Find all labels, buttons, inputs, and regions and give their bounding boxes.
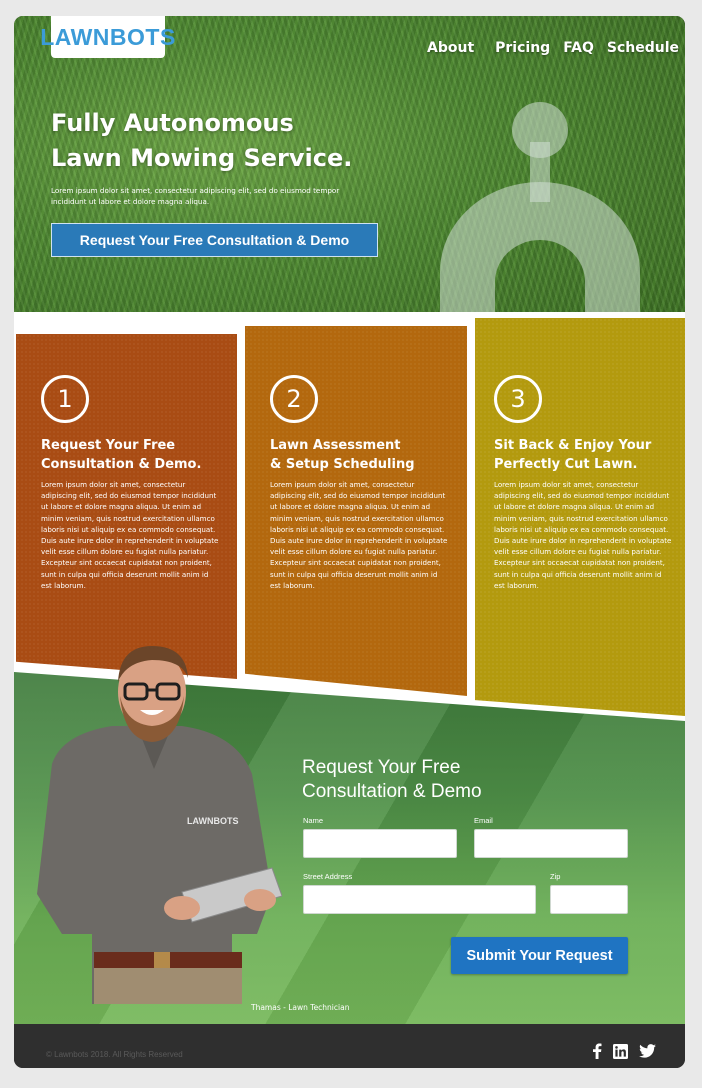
logo[interactable]: LAWNBOTS <box>40 16 175 58</box>
hero-title: Fully Autonomous Lawn Mowing Service. <box>51 106 381 176</box>
copyright-text: © Lawnbots 2018. All Rights Reserved <box>46 1050 183 1059</box>
hero-section: LAWNBOTS About Pricing FAQ Schedule Full… <box>14 16 685 332</box>
nav-about[interactable]: About <box>427 40 474 56</box>
nav-faq[interactable]: FAQ <box>563 40 594 56</box>
step-panel-1: 1 Request Your Free Consultation & Demo.… <box>16 334 237 679</box>
step-body-2: Lorem ipsum dolor sit amet, consectetur … <box>270 480 448 590</box>
step-body-1: Lorem ipsum dolor sit amet, consectetur … <box>41 480 219 590</box>
name-label: Name <box>303 816 324 825</box>
linkedin-icon[interactable] <box>612 1043 628 1059</box>
twitter-icon[interactable] <box>638 1043 656 1059</box>
hero-subtitle: Lorem ipsum dolor sit amet, consectetur … <box>51 186 340 206</box>
page: LAWNBOTS About Pricing FAQ Schedule Full… <box>14 16 685 1068</box>
nav-schedule[interactable]: Schedule <box>607 40 679 56</box>
shirt-logo: LAWNBOTS <box>187 816 239 826</box>
submit-request-button[interactable]: Submit Your Request <box>451 937 628 974</box>
step-title-3-line1: Sit Back & Enjoy Your <box>494 438 652 453</box>
step-title-1: Request Your Free Consultation & Demo. <box>41 436 231 474</box>
step-number-1: 1 <box>41 375 89 423</box>
form-title-line2: Consultation & Demo <box>302 781 482 802</box>
email-label: Email <box>474 816 493 825</box>
main-nav: About Pricing FAQ Schedule <box>427 40 679 56</box>
zip-label: Zip <box>550 872 561 881</box>
step-number-3: 3 <box>494 375 542 423</box>
step-title-1-line2: Consultation & Demo. <box>41 457 202 472</box>
nav-pricing[interactable]: Pricing <box>495 40 550 56</box>
technician-caption: Thamas - Lawn Technician <box>251 1003 350 1012</box>
step-title-2-line2: & Setup Scheduling <box>270 457 415 472</box>
zip-input[interactable] <box>550 885 628 914</box>
step-title-1-line1: Request Your Free <box>41 438 176 453</box>
hero-cta-button[interactable]: Request Your Free Consultation & Demo <box>51 223 378 257</box>
facebook-icon[interactable] <box>591 1043 603 1059</box>
logo-text: LAWNBOTS <box>40 23 176 50</box>
street-address-label: Street Address <box>303 872 353 881</box>
form-title: Request Your Free Consultation & Demo <box>302 756 542 804</box>
robot-silhouette-icon <box>440 102 640 322</box>
step-panel-3: 3 Sit Back & Enjoy Your Perfectly Cut La… <box>475 318 685 716</box>
hero-title-line1: Fully Autonomous <box>51 109 294 137</box>
step-title-2-line1: Lawn Assessment <box>270 438 401 453</box>
step-title-2: Lawn Assessment & Setup Scheduling <box>270 436 460 474</box>
hero-title-line2: Lawn Mowing Service. <box>51 144 353 172</box>
footer: © Lawnbots 2018. All Rights Reserved <box>14 1024 685 1068</box>
step-number-2: 2 <box>270 375 318 423</box>
form-title-line1: Request Your Free <box>302 757 461 778</box>
step-body-3: Lorem ipsum dolor sit amet, consectetur … <box>494 480 672 590</box>
name-input[interactable] <box>303 829 457 858</box>
step-title-3: Sit Back & Enjoy Your Perfectly Cut Lawn… <box>494 436 684 474</box>
technician-photo: LAWNBOTS <box>37 646 282 1004</box>
street-address-input[interactable] <box>303 885 536 914</box>
step-title-3-line2: Perfectly Cut Lawn. <box>494 457 638 472</box>
email-input[interactable] <box>474 829 628 858</box>
